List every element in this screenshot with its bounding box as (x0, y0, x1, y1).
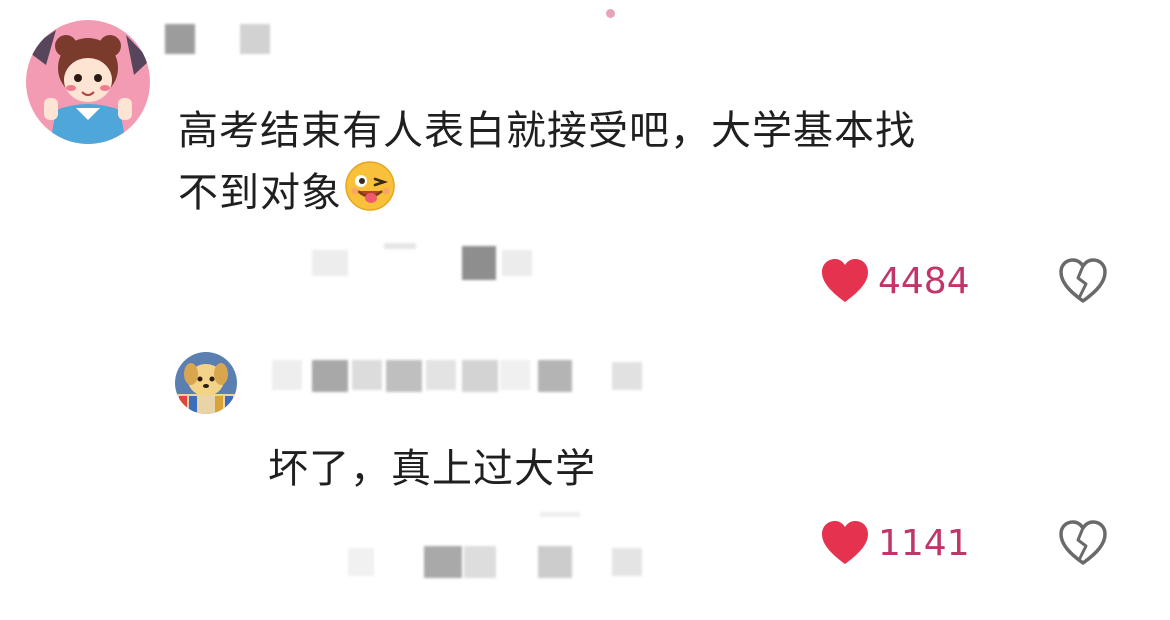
reply-text: 坏了，真上过大学 (268, 446, 596, 492)
replier-avatar[interactable] (175, 352, 237, 414)
username-blur (352, 360, 382, 390)
comment-text-span: 不到对象 (178, 170, 342, 216)
comment-text-line: 高考结束有人表白就接受吧，大学基本找 (178, 108, 916, 154)
like-count: 1141 (878, 522, 970, 564)
username-blur (165, 24, 195, 54)
meta-blur (384, 243, 416, 249)
username-blur (240, 24, 270, 54)
heart-icon (822, 259, 868, 302)
username-blur (426, 360, 456, 390)
comment-text-line: 不到对象 (178, 160, 1138, 228)
broken-heart-icon (1059, 520, 1107, 565)
username-blur (386, 360, 422, 392)
meta-blur (502, 250, 532, 276)
broken-heart-icon (1059, 258, 1107, 303)
username-blur (272, 360, 302, 390)
meta-blur (462, 246, 496, 280)
wink-tongue-emoji-icon (344, 160, 396, 228)
username-blur (500, 360, 530, 390)
cartoon-dog-avatar-icon (175, 352, 237, 414)
comment-like-button[interactable]: 4484 (820, 258, 970, 304)
username-blur (462, 360, 498, 392)
reply-like-button[interactable]: 1141 (820, 520, 970, 566)
heart-icon (822, 521, 868, 564)
commenter-avatar[interactable] (26, 20, 150, 144)
cartoon-girl-avatar-icon (26, 20, 150, 144)
meta-blur (464, 546, 496, 578)
username-blur (538, 360, 572, 392)
meta-blur (612, 548, 642, 576)
meta-blur (538, 546, 572, 578)
meta-blur (424, 546, 462, 578)
comment-body: 高考结束有人表白就接受吧，大学基本找 不到对象 (178, 102, 1138, 228)
indicator-dot (606, 9, 615, 18)
meta-blur (540, 512, 580, 517)
dislike-button[interactable] (1058, 520, 1108, 570)
username-blur (612, 362, 642, 390)
like-count: 4484 (878, 260, 970, 302)
username-blur (312, 360, 348, 392)
dislike-button[interactable] (1058, 258, 1108, 308)
meta-blur (348, 548, 374, 576)
meta-blur (312, 250, 348, 276)
